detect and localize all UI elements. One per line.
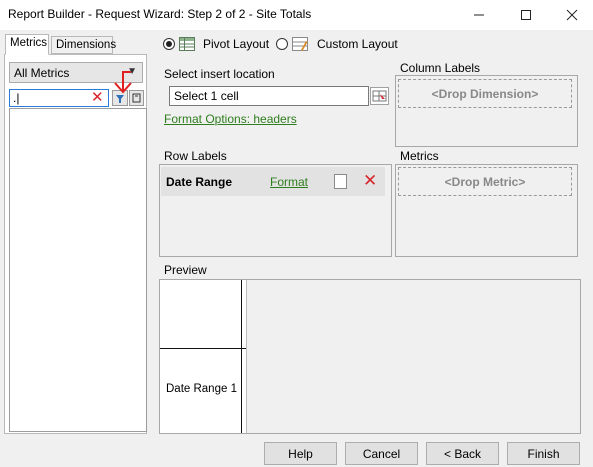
- calculator-icon[interactable]: [334, 174, 347, 189]
- pivot-layout-radio[interactable]: [163, 38, 175, 50]
- red-arrow-annotation-icon: [114, 71, 132, 94]
- delete-icon[interactable]: ✕: [363, 171, 377, 191]
- cell-picker-button[interactable]: [370, 87, 389, 105]
- metric-category-value: All Metrics: [14, 66, 70, 80]
- cell-picker-icon: [372, 90, 387, 102]
- preview-row-header-column: [160, 280, 242, 433]
- custom-layout-label[interactable]: Custom Layout: [317, 37, 398, 51]
- back-button[interactable]: < Back: [426, 442, 499, 465]
- format-options-link[interactable]: Format Options: headers: [164, 112, 297, 126]
- row-label-item[interactable]: Date Range Format ✕: [161, 167, 385, 196]
- cancel-button[interactable]: Cancel: [345, 442, 418, 465]
- pivot-table-icon: [179, 37, 195, 51]
- custom-layout-radio[interactable]: [276, 38, 288, 50]
- column-labels-heading: Column Labels: [400, 61, 481, 75]
- row-labels-heading: Row Labels: [164, 149, 227, 163]
- finish-button[interactable]: Finish: [507, 442, 580, 465]
- row-label-format-link[interactable]: Format: [270, 175, 308, 189]
- tab-dimensions[interactable]: Dimensions: [51, 36, 116, 54]
- preview-data-area: [246, 280, 580, 433]
- insert-location-label: Select insert location: [164, 67, 275, 81]
- preview-divider: [160, 348, 246, 349]
- custom-layout-icon: [292, 37, 308, 51]
- minimize-icon: [474, 14, 484, 16]
- metric-list[interactable]: [9, 108, 147, 432]
- window-title: Report Builder - Request Wizard: Step 2 …: [8, 7, 312, 21]
- drop-dimension-placeholder[interactable]: <Drop Dimension>: [398, 79, 572, 108]
- title-bar: Report Builder - Request Wizard: Step 2 …: [0, 0, 593, 30]
- row-label-name: Date Range: [166, 175, 233, 189]
- tab-metrics[interactable]: Metrics: [5, 34, 49, 55]
- preview-cell-text: Date Range 1: [166, 383, 237, 395]
- close-button[interactable]: [549, 0, 593, 30]
- pivot-layout-label[interactable]: Pivot Layout: [203, 37, 269, 51]
- preview-heading: Preview: [164, 263, 207, 277]
- close-icon: [566, 9, 578, 21]
- minimize-button[interactable]: [456, 0, 502, 30]
- maximize-button[interactable]: [503, 0, 549, 30]
- help-button[interactable]: Help: [264, 442, 337, 465]
- insert-location-input[interactable]: Select 1 cell: [169, 86, 369, 106]
- maximize-icon: [521, 10, 531, 20]
- clear-search-icon[interactable]: ✕: [91, 89, 104, 107]
- drop-metric-placeholder[interactable]: <Drop Metric>: [398, 167, 572, 196]
- metrics-heading: Metrics: [400, 149, 439, 163]
